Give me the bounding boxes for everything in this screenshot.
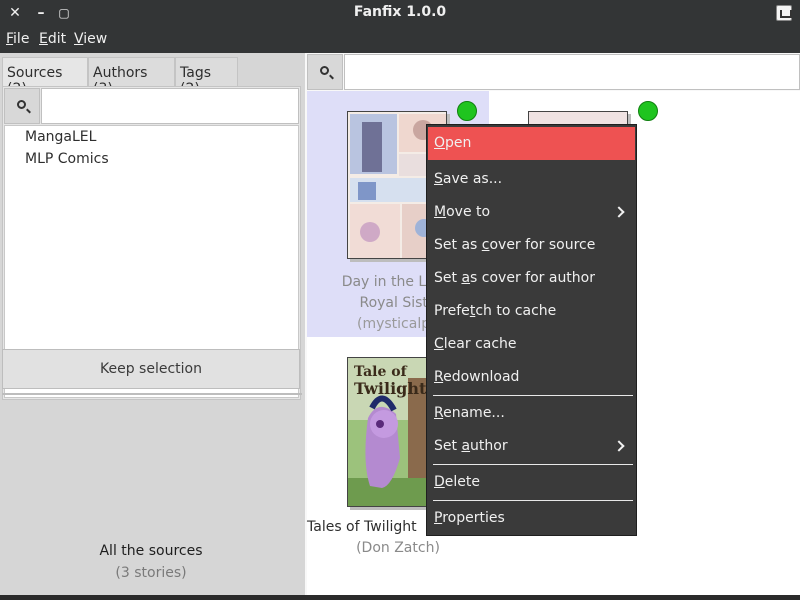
chevron-right-icon xyxy=(613,440,625,452)
menu-item-save-as[interactable]: Save as... xyxy=(428,163,635,196)
tab-sources[interactable]: Sources (2) xyxy=(2,57,88,97)
menu-bar: File Edit View xyxy=(0,27,800,53)
tab-authors[interactable]: Authors (3) xyxy=(88,57,175,97)
chevron-right-icon xyxy=(613,206,625,218)
status-cached-icon xyxy=(638,101,658,121)
library-search-button[interactable] xyxy=(307,54,343,90)
menu-separator xyxy=(433,464,633,465)
menu-item-set-author[interactable]: Set author xyxy=(428,430,635,463)
menu-item-cover-author[interactable]: Set as cover for author xyxy=(428,262,635,295)
filter-panel: Sources (2) Authors (3) Tags (2) MangaLE… xyxy=(0,53,305,595)
tab-tags[interactable]: Tags (2) xyxy=(175,57,238,97)
app-icon xyxy=(776,5,792,21)
menu-item-rename[interactable]: Rename... xyxy=(428,397,635,430)
status-cached-icon xyxy=(457,101,477,121)
title-bar: ✕ – ▢ Fanfix 1.0.0 xyxy=(0,0,800,27)
source-search-button[interactable] xyxy=(4,88,40,124)
search-icon xyxy=(320,66,329,75)
book-author: (Don Zatch) xyxy=(356,540,440,556)
menu-item-clear-cache[interactable]: Clear cache xyxy=(428,328,635,361)
keep-selection-button[interactable]: Keep selection xyxy=(2,349,300,389)
menu-item-move-to[interactable]: Move to xyxy=(428,196,635,229)
svg-text:Tale of: Tale of xyxy=(354,364,408,380)
library-search-input[interactable] xyxy=(344,54,800,90)
menu-edit[interactable]: Edit xyxy=(39,31,66,47)
menu-view[interactable]: View xyxy=(74,31,107,47)
svg-text:Twilight: Twilight xyxy=(354,379,427,398)
menu-separator xyxy=(433,395,633,396)
window-title: Fanfix 1.0.0 xyxy=(353,4,447,20)
source-item-mangalel[interactable]: MangaLEL xyxy=(25,129,96,145)
menu-item-redownload[interactable]: Redownload xyxy=(428,361,635,394)
source-search-input[interactable] xyxy=(41,88,299,124)
summary-title: All the sources xyxy=(99,543,203,559)
menu-item-properties[interactable]: Properties xyxy=(428,502,635,535)
panel-divider xyxy=(2,393,302,395)
menu-item-open[interactable]: Open xyxy=(428,127,635,160)
menu-item-cover-source[interactable]: Set as cover for source xyxy=(428,229,635,262)
menu-separator xyxy=(433,500,633,501)
context-menu: Open Save as... Move to Set as cover for… xyxy=(426,124,637,536)
menu-item-prefetch[interactable]: Prefetch to cache xyxy=(428,295,635,328)
menu-item-delete[interactable]: Delete xyxy=(428,466,635,499)
search-icon xyxy=(17,100,26,109)
menu-file[interactable]: File xyxy=(6,31,29,47)
summary-count: (3 stories) xyxy=(115,565,187,581)
source-item-mlp-comics[interactable]: MLP Comics xyxy=(25,151,109,167)
